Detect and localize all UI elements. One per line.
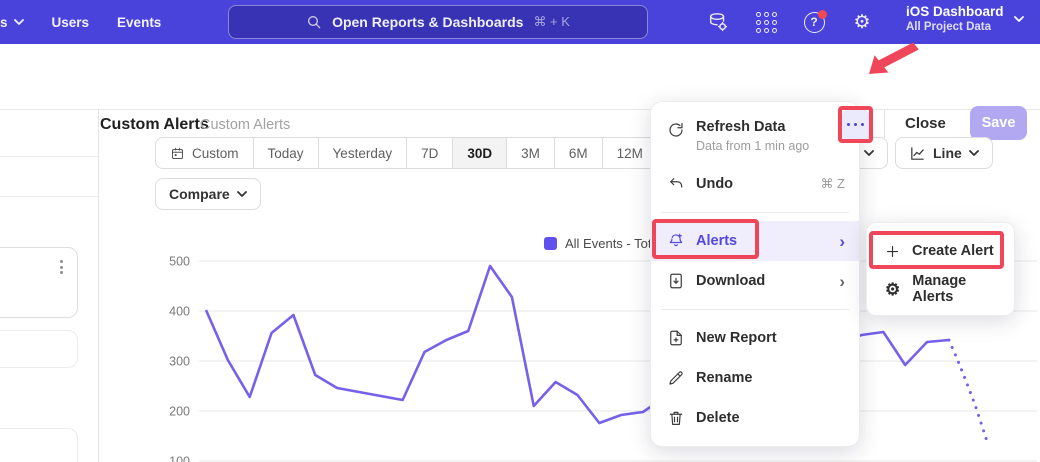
context-menu: Refresh Data Data from 1 min ago Undo ⌘ … [650, 101, 860, 447]
chevron-down-icon [237, 191, 247, 197]
legend-label: All Events - Total [565, 236, 662, 251]
nav-item-events[interactable]: Events [117, 15, 161, 30]
chart-type-button[interactable]: Line [895, 137, 993, 169]
menu-divider [661, 212, 849, 213]
chart-legend[interactable]: All Events - Total [544, 236, 662, 251]
svg-text:100: 100 [169, 455, 190, 462]
menu-item-undo[interactable]: Undo ⌘ Z [651, 164, 859, 204]
plus-icon [885, 244, 900, 259]
undo-icon [667, 175, 685, 193]
submenu-arrow-icon: › [839, 233, 845, 250]
submenu-item-create-alert[interactable]: Create Alert [867, 232, 1014, 270]
search-shortcut: ⌘ + K [533, 14, 570, 30]
search-input[interactable]: Open Reports & Dashboards ⌘ + K [228, 5, 648, 39]
date-range-30d-selected[interactable]: 30D [452, 138, 506, 168]
nav-item-users[interactable]: Users [52, 15, 90, 30]
sidebar-card[interactable] [0, 428, 78, 462]
file-download-icon [667, 272, 685, 290]
menu-item-new-report[interactable]: New Report [651, 318, 859, 358]
alerts-submenu: Create Alert ⚙ Manage Alerts [866, 222, 1015, 316]
chevron-down-icon [1014, 16, 1024, 22]
page-header: Custom Alerts Custom Alerts GV Duplicate… [0, 44, 1040, 110]
left-sidebar [0, 110, 99, 462]
submenu-arrow-icon: › [839, 273, 845, 290]
svg-text:300: 300 [169, 355, 190, 369]
page-title: Custom Alerts [100, 116, 209, 134]
project-switcher[interactable]: iOS Dashboard All Project Data [906, 4, 1024, 33]
header-divider [884, 110, 885, 138]
search-icon [306, 14, 322, 30]
svg-text:200: 200 [169, 405, 190, 419]
line-chart-icon [909, 145, 926, 162]
menu-item-delete[interactable]: Delete [651, 398, 859, 438]
pencil-icon [667, 369, 685, 387]
date-range-12m[interactable]: 12M [602, 138, 657, 168]
help-icon[interactable]: ? [802, 10, 826, 34]
menu-item-download[interactable]: Download › [651, 261, 859, 301]
menu-divider [661, 309, 849, 310]
gear-icon[interactable]: ⚙ [850, 10, 874, 34]
sidebar-card[interactable] [0, 247, 78, 318]
chevron-down-icon [14, 19, 24, 25]
menu-item-alerts[interactable]: Alerts › [651, 221, 859, 261]
calendar-icon [170, 146, 185, 161]
date-range-custom[interactable]: Custom [156, 138, 253, 168]
breadcrumb: Custom Alerts [200, 117, 290, 133]
nav-item-partial[interactable]: s [0, 15, 24, 30]
trash-icon [667, 409, 685, 427]
sidebar-row[interactable] [0, 110, 98, 157]
annotation-box-more [838, 106, 873, 143]
nav-partial-label: s [0, 15, 8, 30]
search-placeholder: Open Reports & Dashboards [332, 14, 523, 30]
database-gear-icon[interactable] [706, 10, 730, 34]
chevron-down-icon [969, 150, 979, 156]
notification-dot [818, 10, 827, 19]
bell-plus-icon [667, 232, 685, 250]
date-range-segmented-control: Custom Today Yesterday 7D 30D 3M 6M 12M [155, 137, 658, 169]
date-range-yesterday[interactable]: Yesterday [318, 138, 407, 168]
chevron-down-icon [864, 150, 874, 156]
project-subtitle: All Project Data [906, 21, 1004, 33]
sidebar-card[interactable] [0, 330, 78, 368]
gear-icon: ⚙ [885, 281, 900, 298]
project-title: iOS Dashboard [906, 4, 1004, 19]
date-range-7d[interactable]: 7D [406, 138, 452, 168]
menu-item-refresh-data[interactable]: Refresh Data Data from 1 min ago [651, 110, 859, 164]
date-range-6m[interactable]: 6M [554, 138, 602, 168]
sidebar-row[interactable] [0, 157, 98, 197]
undo-shortcut: ⌘ Z [820, 176, 845, 192]
svg-text:400: 400 [169, 305, 190, 319]
date-range-3m[interactable]: 3M [506, 138, 554, 168]
app-window: s Users Events Open Reports & Dashboards… [0, 0, 1040, 462]
submenu-item-manage-alerts[interactable]: ⚙ Manage Alerts [867, 270, 1014, 308]
kebab-menu-icon[interactable] [60, 260, 63, 274]
save-button[interactable]: Save [970, 106, 1027, 140]
legend-swatch [544, 237, 557, 250]
file-plus-icon [667, 329, 685, 347]
more-ellipsis-button[interactable] [842, 110, 869, 139]
top-navbar: s Users Events Open Reports & Dashboards… [0, 0, 1040, 44]
compare-button[interactable]: Compare [155, 178, 261, 210]
refresh-status: Data from 1 min ago [696, 139, 845, 153]
refresh-icon [667, 121, 685, 139]
date-range-today[interactable]: Today [253, 138, 318, 168]
menu-item-rename[interactable]: Rename [651, 358, 859, 398]
svg-text:500: 500 [169, 255, 190, 269]
close-button[interactable]: Close [905, 115, 946, 132]
apps-grid-icon[interactable] [754, 10, 778, 34]
